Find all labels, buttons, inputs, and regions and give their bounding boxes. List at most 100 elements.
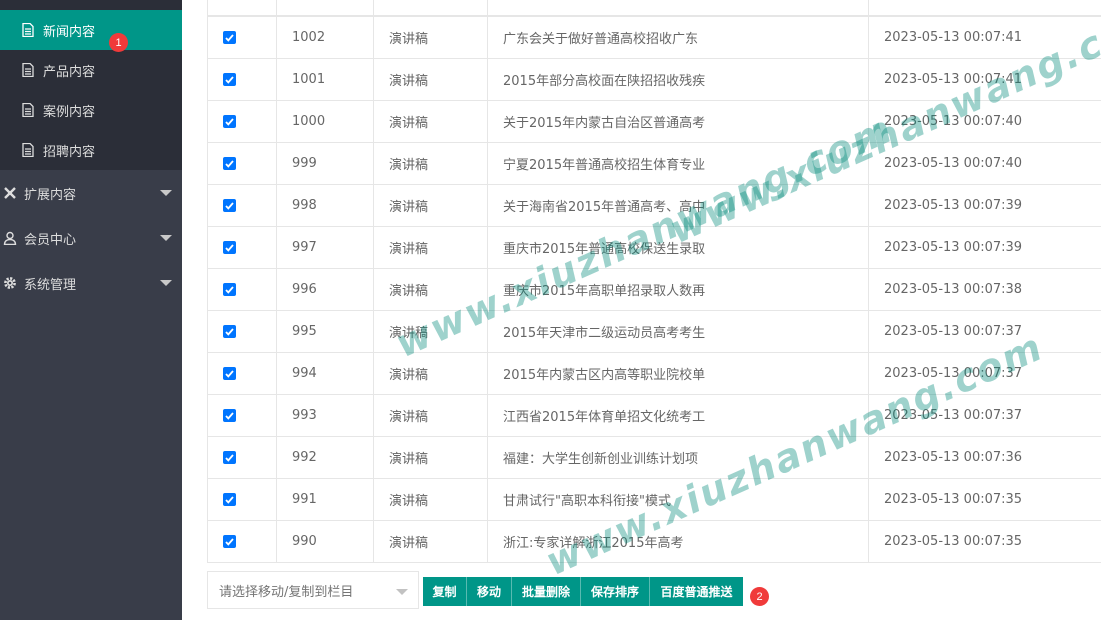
row-checkbox[interactable] xyxy=(223,451,236,464)
table-row[interactable]: 999 演讲稿 宁夏2015年普通高校招生体育专业 2023-05-13 00:07:… xyxy=(207,142,1101,185)
gear-icon xyxy=(2,276,18,290)
row-checkbox[interactable] xyxy=(223,157,236,170)
row-checkbox-cell xyxy=(207,100,277,143)
chevron-down-icon xyxy=(160,280,172,286)
row-checkbox-cell xyxy=(207,226,277,269)
sidebar-item-products[interactable]: 产品内容 xyxy=(0,50,182,90)
row-checkbox[interactable] xyxy=(223,367,236,380)
row-checkbox[interactable] xyxy=(223,535,236,548)
row-title[interactable]: 浙江:专家详解浙江2015年高考 xyxy=(487,520,869,563)
row-checkbox[interactable] xyxy=(223,115,236,128)
user-icon xyxy=(2,231,18,245)
row-title[interactable]: 关于海南省2015年普通高考、高中 xyxy=(487,184,869,227)
row-title[interactable]: 福建：大学生创新创业训练计划项 xyxy=(487,436,869,479)
row-checkbox-cell xyxy=(207,478,277,521)
row-title[interactable]: 2015年天津市二级运动员高考考生 xyxy=(487,310,869,353)
row-id: 994 xyxy=(276,352,374,395)
row-type: 演讲稿 xyxy=(373,268,488,311)
row-title[interactable]: 广东会关于做好普通高校招收广东 xyxy=(487,16,869,59)
row-id: 998 xyxy=(276,184,374,227)
row-date: 2023-05-13 00:07:35 xyxy=(868,520,1101,563)
row-title[interactable]: 江西省2015年体育单招文化统考工 xyxy=(487,394,869,437)
row-checkbox[interactable] xyxy=(223,409,236,422)
row-id: 991 xyxy=(276,478,374,521)
sidebar-item-system[interactable]: 系统管理 xyxy=(0,261,182,305)
row-checkbox-cell xyxy=(207,184,277,227)
sidebar-item-news[interactable]: 新闻内容 xyxy=(0,10,182,50)
row-title[interactable]: 2015年部分高校面在陕招招收残疾 xyxy=(487,58,869,101)
chevron-down-icon xyxy=(396,589,408,595)
row-type: 演讲稿 xyxy=(373,226,488,269)
row-type: 演讲稿 xyxy=(373,310,488,353)
row-checkbox[interactable] xyxy=(223,283,236,296)
table-row[interactable]: 994 演讲稿 2015年内蒙古区内高等职业院校单 2023-05-13 00:07:… xyxy=(207,352,1101,395)
table-row[interactable]: 1001 演讲稿 2015年部分高校面在陕招招收残疾 2023-05-13 00:07… xyxy=(207,58,1101,101)
row-checkbox[interactable] xyxy=(223,325,236,338)
row-title[interactable]: 重庆市2015年高职单招录取人数再 xyxy=(487,268,869,311)
sidebar-item-label: 案例内容 xyxy=(43,104,96,120)
row-date: 2023-05-13 00:07:41 xyxy=(868,16,1101,59)
row-checkbox[interactable] xyxy=(223,493,236,506)
sidebar-item-extensions[interactable]: 扩展内容 xyxy=(0,171,182,215)
row-id: 1000 xyxy=(276,100,374,143)
row-date: 2023-05-13 00:07:37 xyxy=(868,352,1101,395)
row-checkbox-cell xyxy=(207,352,277,395)
table-row[interactable]: 1002 演讲稿 广东会关于做好普通高校招收广东 2023-05-13 00:07:4… xyxy=(207,16,1101,59)
sidebar-item-jobs[interactable]: 招聘内容 xyxy=(0,130,182,170)
row-id: 995 xyxy=(276,310,374,353)
sidebar-item-label: 会员中心 xyxy=(24,232,77,248)
copy-button[interactable]: 复制 xyxy=(423,577,467,606)
row-id: 990 xyxy=(276,520,374,563)
table-row[interactable]: 992 演讲稿 福建：大学生创新创业训练计划项 2023-05-13 00:07:36 xyxy=(207,436,1101,479)
row-title[interactable]: 宁夏2015年普通高校招生体育专业 xyxy=(487,142,869,185)
baidu-push-button[interactable]: 百度普通推送 xyxy=(650,577,743,606)
row-checkbox-cell xyxy=(207,58,277,101)
row-checkbox[interactable] xyxy=(223,31,236,44)
row-checkbox[interactable] xyxy=(223,199,236,212)
row-type: 演讲稿 xyxy=(373,58,488,101)
step-badge: 1 xyxy=(109,33,128,52)
table-row[interactable]: 997 演讲稿 重庆市2015年普通高校保送生录取 2023-05-13 00:07:… xyxy=(207,226,1101,269)
row-date: 2023-05-13 00:07:37 xyxy=(868,394,1101,437)
row-checkbox[interactable] xyxy=(223,73,236,86)
row-checkbox-cell xyxy=(207,310,277,353)
row-type: 演讲稿 xyxy=(373,100,488,143)
step-badge: 2 xyxy=(750,587,769,606)
table-row[interactable]: 995 演讲稿 2015年天津市二级运动员高考考生 2023-05-13 00:07:… xyxy=(207,310,1101,353)
puzzle-icon xyxy=(2,186,18,200)
sidebar-item-members[interactable]: 会员中心 xyxy=(0,216,182,260)
row-checkbox[interactable] xyxy=(223,241,236,254)
row-date: 2023-05-13 00:07:37 xyxy=(868,310,1101,353)
row-date: 2023-05-13 00:07:40 xyxy=(868,100,1101,143)
save-order-button[interactable]: 保存排序 xyxy=(581,577,650,606)
sidebar-item-cases[interactable]: 案例内容 xyxy=(0,90,182,130)
table-row[interactable]: 998 演讲稿 关于海南省2015年普通高考、高中 2023-05-13 00:07:… xyxy=(207,184,1101,227)
chevron-down-icon xyxy=(160,190,172,196)
chevron-down-icon xyxy=(160,235,172,241)
row-type: 演讲稿 xyxy=(373,16,488,59)
table-row-partial xyxy=(207,0,1101,16)
table-row[interactable]: 996 演讲稿 重庆市2015年高职单招录取人数再 2023-05-13 00:07:… xyxy=(207,268,1101,311)
row-title[interactable]: 关于2015年内蒙古自治区普通高考 xyxy=(487,100,869,143)
table-row[interactable]: 993 演讲稿 江西省2015年体育单招文化统考工 2023-05-13 00:07:… xyxy=(207,394,1101,437)
row-id: 993 xyxy=(276,394,374,437)
row-id: 997 xyxy=(276,226,374,269)
row-title[interactable]: 重庆市2015年普通高校保送生录取 xyxy=(487,226,869,269)
row-date: 2023-05-13 00:07:41 xyxy=(868,58,1101,101)
table-row[interactable]: 1000 演讲稿 关于2015年内蒙古自治区普通高考 2023-05-13 00:07… xyxy=(207,100,1101,143)
row-title[interactable]: 甘肃试行"高职本科衔接"模式 xyxy=(487,478,869,521)
row-date: 2023-05-13 00:07:40 xyxy=(868,142,1101,185)
table-row[interactable]: 991 演讲稿 甘肃试行"高职本科衔接"模式 2023-05-13 00:07:35 xyxy=(207,478,1101,521)
content-table: 1002 演讲稿 广东会关于做好普通高校招收广东 2023-05-13 00:07:4… xyxy=(207,16,1101,563)
row-id: 1002 xyxy=(276,16,374,59)
row-id: 999 xyxy=(276,142,374,185)
document-icon xyxy=(22,63,34,77)
move-button[interactable]: 移动 xyxy=(467,577,512,606)
batch-delete-button[interactable]: 批量删除 xyxy=(512,577,581,606)
table-row[interactable]: 990 演讲稿 浙江:专家详解浙江2015年高考 2023-05-13 00:07:3… xyxy=(207,520,1101,563)
row-date: 2023-05-13 00:07:36 xyxy=(868,436,1101,479)
row-title[interactable]: 2015年内蒙古区内高等职业院校单 xyxy=(487,352,869,395)
sidebar-item-label: 招聘内容 xyxy=(43,144,96,160)
move-copy-select[interactable]: 请选择移动/复制到栏目 xyxy=(207,571,419,609)
row-id: 996 xyxy=(276,268,374,311)
